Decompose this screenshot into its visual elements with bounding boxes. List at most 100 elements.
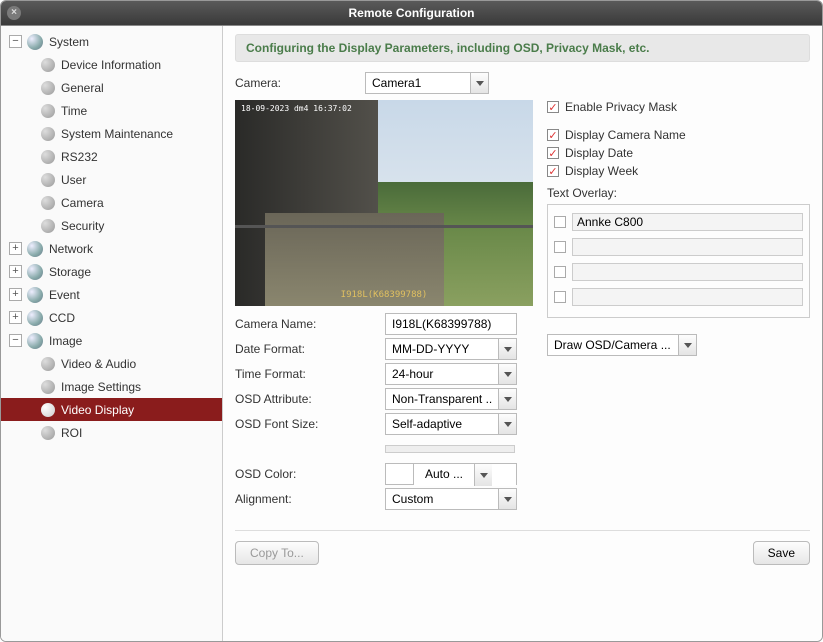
- sidebar-item-label: ROI: [61, 426, 82, 440]
- text-overlay-input-4[interactable]: [572, 288, 803, 306]
- sidebar-item-video-display[interactable]: Video Display: [1, 398, 222, 421]
- sidebar-item-label: General: [61, 81, 104, 95]
- chevron-down-icon[interactable]: [498, 414, 516, 434]
- globe-icon: [27, 241, 43, 257]
- chevron-down-icon[interactable]: [498, 489, 516, 509]
- sidebar-group-event[interactable]: + Event: [1, 283, 222, 306]
- chevron-down-icon[interactable]: [498, 364, 516, 384]
- text-overlay-input-2[interactable]: [572, 238, 803, 256]
- camera-name-input[interactable]: [385, 313, 517, 335]
- page-banner: Configuring the Display Parameters, incl…: [235, 34, 810, 62]
- display-date-checkbox[interactable]: ✓Display Date: [547, 146, 810, 160]
- chevron-down-icon[interactable]: [474, 464, 492, 486]
- osd-attribute-label: OSD Attribute:: [235, 392, 385, 406]
- camera-select-value[interactable]: [366, 73, 470, 93]
- text-overlay-row-1[interactable]: [554, 211, 803, 233]
- sidebar-item-device-information[interactable]: Device Information: [1, 53, 222, 76]
- sidebar-item-label: Camera: [61, 196, 104, 210]
- color-swatch: [386, 464, 414, 484]
- video-preview[interactable]: 18-09-2023 dm4 16:37:02 I918L(K68399788): [235, 100, 533, 306]
- checkbox-icon[interactable]: [554, 241, 566, 253]
- text-overlay-row-4[interactable]: [554, 286, 803, 308]
- close-icon[interactable]: ×: [7, 6, 21, 20]
- text-overlay-input-1[interactable]: [572, 213, 803, 231]
- sidebar-item-system-maintenance[interactable]: System Maintenance: [1, 122, 222, 145]
- sidebar-item-general[interactable]: General: [1, 76, 222, 99]
- sidebar-item-rs232[interactable]: RS232: [1, 145, 222, 168]
- sidebar-item-user[interactable]: User: [1, 168, 222, 191]
- collapse-icon[interactable]: −: [9, 334, 22, 347]
- gear-icon: [41, 196, 55, 210]
- camera-select[interactable]: [365, 72, 489, 94]
- globe-icon: [27, 310, 43, 326]
- sidebar-item-label: User: [61, 173, 86, 187]
- text-overlay-row-3[interactable]: [554, 261, 803, 283]
- sidebar-item-security[interactable]: Security: [1, 214, 222, 237]
- expand-icon[interactable]: +: [9, 288, 22, 301]
- gear-icon: [41, 127, 55, 141]
- sidebar-group-storage[interactable]: + Storage: [1, 260, 222, 283]
- sidebar-item-label: Device Information: [61, 58, 161, 72]
- sidebar: − System Device Information General Time…: [1, 26, 223, 641]
- sidebar-group-image[interactable]: − Image: [1, 329, 222, 352]
- gear-icon: [41, 150, 55, 164]
- gear-icon: [41, 380, 55, 394]
- sidebar-label: System: [49, 35, 89, 49]
- chevron-down-icon[interactable]: [470, 73, 488, 93]
- checkbox-icon: ✓: [547, 147, 559, 159]
- chevron-down-icon[interactable]: [498, 389, 516, 409]
- sidebar-item-image-settings[interactable]: Image Settings: [1, 375, 222, 398]
- osd-attribute-select[interactable]: [385, 388, 517, 410]
- sidebar-item-time[interactable]: Time: [1, 99, 222, 122]
- checkbox-icon[interactable]: [554, 216, 566, 228]
- enable-privacy-mask-checkbox[interactable]: ✓Enable Privacy Mask: [547, 100, 810, 114]
- preview-camera-name: I918L(K68399788): [341, 290, 428, 300]
- text-overlay-row-2[interactable]: [554, 236, 803, 258]
- titlebar: × Remote Configuration: [1, 1, 822, 25]
- sidebar-item-label: Video & Audio: [61, 357, 136, 371]
- sidebar-item-video-audio[interactable]: Video & Audio: [1, 352, 222, 375]
- sidebar-item-roi[interactable]: ROI: [1, 421, 222, 444]
- checkbox-icon: ✓: [547, 165, 559, 177]
- expand-icon[interactable]: +: [9, 311, 22, 324]
- collapse-icon[interactable]: −: [9, 35, 22, 48]
- checkbox-label: Display Camera Name: [565, 128, 686, 142]
- osd-font-size-slider[interactable]: [385, 445, 515, 453]
- expand-icon[interactable]: +: [9, 265, 22, 278]
- globe-icon: [27, 287, 43, 303]
- gear-icon: [41, 81, 55, 95]
- chevron-down-icon[interactable]: [678, 335, 696, 355]
- gear-icon: [41, 58, 55, 72]
- checkbox-icon[interactable]: [554, 266, 566, 278]
- gear-icon: [41, 357, 55, 371]
- save-button[interactable]: Save: [753, 541, 810, 565]
- osd-color-picker[interactable]: [385, 463, 517, 485]
- time-format-select[interactable]: [385, 363, 517, 385]
- checkbox-label: Enable Privacy Mask: [565, 100, 677, 114]
- date-format-select[interactable]: [385, 338, 517, 360]
- sidebar-item-label: Time: [61, 104, 87, 118]
- sidebar-item-label: Image Settings: [61, 380, 141, 394]
- text-overlay-input-3[interactable]: [572, 263, 803, 281]
- sidebar-label: Image: [49, 334, 82, 348]
- gear-icon: [41, 104, 55, 118]
- copy-to-button[interactable]: Copy To...: [235, 541, 319, 565]
- checkbox-icon[interactable]: [554, 291, 566, 303]
- chevron-down-icon[interactable]: [498, 339, 516, 359]
- globe-icon: [27, 34, 43, 50]
- camera-label: Camera:: [235, 76, 365, 90]
- camera-name-label: Camera Name:: [235, 317, 385, 331]
- expand-icon[interactable]: +: [9, 242, 22, 255]
- display-week-checkbox[interactable]: ✓Display Week: [547, 164, 810, 178]
- draw-mode-select[interactable]: [547, 334, 697, 356]
- gear-icon: [41, 426, 55, 440]
- globe-icon: [27, 333, 43, 349]
- alignment-select[interactable]: [385, 488, 517, 510]
- osd-font-size-select[interactable]: [385, 413, 517, 435]
- sidebar-group-ccd[interactable]: + CCD: [1, 306, 222, 329]
- display-camera-name-checkbox[interactable]: ✓Display Camera Name: [547, 128, 810, 142]
- sidebar-group-network[interactable]: + Network: [1, 237, 222, 260]
- sidebar-item-camera[interactable]: Camera: [1, 191, 222, 214]
- content-panel: Configuring the Display Parameters, incl…: [223, 26, 822, 641]
- sidebar-group-system[interactable]: − System: [1, 30, 222, 53]
